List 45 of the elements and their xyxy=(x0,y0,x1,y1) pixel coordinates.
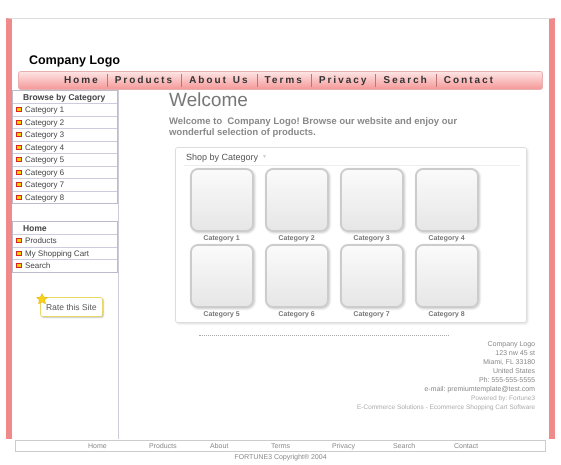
nav-link[interactable]: Search xyxy=(375,74,436,87)
bullet-icon xyxy=(16,263,22,268)
nav-link[interactable]: Contact xyxy=(436,74,502,87)
category-thumbnail[interactable] xyxy=(340,168,404,232)
bullet-icon xyxy=(16,238,22,244)
category-thumbnail[interactable] xyxy=(190,244,254,308)
nav-link[interactable]: Products xyxy=(106,74,182,87)
category-thumbnail[interactable] xyxy=(414,244,478,308)
category-thumbnail[interactable] xyxy=(264,244,328,308)
category-thumbnail[interactable] xyxy=(190,168,254,232)
sidebar-item[interactable]: Category 1 xyxy=(13,103,117,116)
bullet-icon xyxy=(16,144,22,150)
page-heading: Welcome xyxy=(169,90,249,112)
sidebar-item[interactable]: Category 5 xyxy=(13,153,117,166)
category-thumbnail[interactable] xyxy=(414,168,478,232)
category-thumbnail[interactable] xyxy=(264,168,328,232)
bullet-icon xyxy=(16,107,22,112)
bullet-icon xyxy=(16,157,22,162)
sidebar-item[interactable]: My Shopping Cart xyxy=(13,246,117,259)
nav-link[interactable]: Privacy xyxy=(310,74,376,87)
sidebar-item[interactable]: Category 6 xyxy=(13,166,117,178)
bullet-icon xyxy=(16,170,22,175)
nav-link[interactable]: About Us xyxy=(181,74,257,87)
panel-title: Shop by Category xyxy=(186,152,258,162)
sidebar-item[interactable]: Category 3 xyxy=(13,128,117,140)
nav-link[interactable]: Home xyxy=(56,74,107,87)
sidebar-item[interactable]: Category 4 xyxy=(13,140,117,153)
bullet-icon xyxy=(16,194,22,200)
sidebar-item[interactable]: Category 8 xyxy=(13,190,117,203)
sidebar-item[interactable]: Category 7 xyxy=(13,178,117,190)
rate-button[interactable]: Rate this Site xyxy=(40,296,103,316)
intro-text: Welcome to Company Logo! Browse our website and enjoy our wonderful selection of products. xyxy=(169,116,458,138)
sidebar-item[interactable]: Search xyxy=(13,259,117,272)
category-thumbnail[interactable] xyxy=(340,244,404,308)
company-logo: Company Logo xyxy=(28,52,121,69)
box-title: Home xyxy=(13,221,117,234)
bullet-icon xyxy=(16,120,22,125)
bullet-icon xyxy=(16,132,22,138)
nav-link[interactable]: Terms xyxy=(256,74,311,87)
sidebar-item[interactable]: Products xyxy=(13,234,117,246)
sidebar-item[interactable]: Category 2 xyxy=(13,116,117,128)
star-icon xyxy=(36,292,48,304)
bullet-icon xyxy=(16,250,22,256)
box-title: Browse by Category xyxy=(13,90,117,103)
bullet-icon xyxy=(16,182,22,188)
